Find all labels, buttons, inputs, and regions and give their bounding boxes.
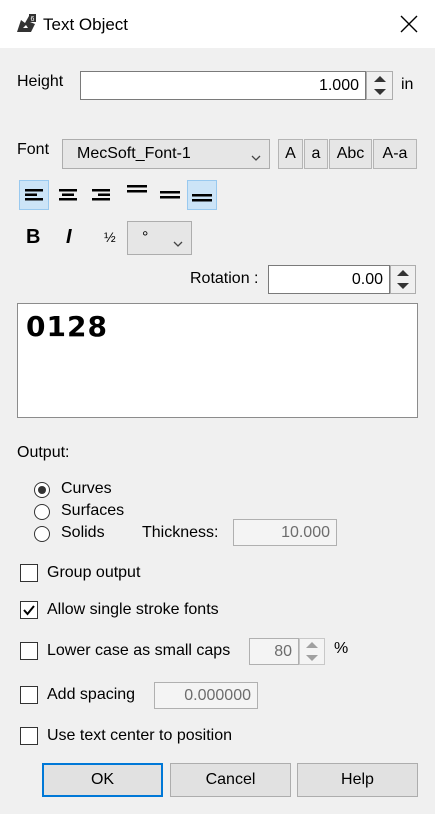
radio-curves-label: Curves <box>61 480 112 497</box>
single-stroke-checkbox[interactable] <box>20 601 38 619</box>
text-input-area[interactable]: 0128 <box>17 303 418 418</box>
ok-button[interactable]: OK <box>42 763 163 797</box>
group-output-label: Group output <box>47 564 141 581</box>
add-spacing-label: Add spacing <box>47 686 136 703</box>
thickness-value: 10.000 <box>281 523 330 541</box>
group-output-checkbox[interactable] <box>20 564 38 582</box>
svg-text:6: 6 <box>31 16 35 23</box>
spin-down-icon[interactable] <box>391 280 415 294</box>
case-lower-button[interactable]: a <box>304 139 328 169</box>
rotation-spinner[interactable] <box>390 265 416 294</box>
case-upper-button[interactable]: A <box>278 139 303 169</box>
rhino-app-icon: 6 <box>14 12 38 36</box>
chevron-down-icon <box>173 235 183 253</box>
font-label: Font <box>17 141 50 158</box>
spin-up-icon[interactable] <box>300 639 324 652</box>
fraction-button[interactable]: ½ <box>104 229 116 245</box>
align-right-icon[interactable] <box>86 180 116 210</box>
add-spacing-input[interactable]: 0.000000 <box>154 682 258 709</box>
valign-middle-icon[interactable] <box>155 180 185 210</box>
radio-surfaces[interactable] <box>34 504 50 520</box>
small-caps-value: 80 <box>274 642 292 660</box>
bold-button[interactable]: B <box>26 226 40 249</box>
height-label: Height <box>17 73 64 90</box>
text-center-label: Use text center to position <box>47 727 232 744</box>
rotation-input[interactable]: 0.00 <box>268 265 390 294</box>
rotation-value: 0.00 <box>351 270 383 288</box>
checkmark-icon <box>23 605 35 616</box>
symbol-dropdown[interactable]: ° <box>127 221 192 255</box>
align-center-icon[interactable] <box>53 180 83 210</box>
height-unit: in <box>401 76 414 93</box>
add-spacing-checkbox[interactable] <box>20 686 38 704</box>
text-center-checkbox[interactable] <box>20 727 38 745</box>
valign-bottom-icon[interactable] <box>187 180 217 210</box>
font-dropdown[interactable]: MecSoft_Font-1 <box>62 139 270 169</box>
small-caps-label: Lower case as small caps <box>47 642 231 659</box>
window-title: Text Object <box>43 15 129 34</box>
height-value: 1.000 <box>318 76 359 94</box>
cancel-button[interactable]: Cancel <box>170 763 291 797</box>
height-spinner[interactable] <box>366 71 393 100</box>
radio-surfaces-label: Surfaces <box>61 502 125 519</box>
thickness-input[interactable]: 10.000 <box>233 519 337 546</box>
symbol-selected: ° <box>142 229 149 246</box>
spin-down-icon[interactable] <box>300 652 324 665</box>
spin-down-icon[interactable] <box>367 86 392 100</box>
add-spacing-value: 0.000000 <box>184 686 251 704</box>
output-label: Output: <box>17 444 70 461</box>
case-title-button[interactable]: Abc <box>329 139 372 169</box>
help-button[interactable]: Help <box>297 763 418 797</box>
radio-curves[interactable] <box>34 482 50 498</box>
thickness-label: Thickness: <box>142 524 219 541</box>
radio-solids-label: Solids <box>61 524 105 541</box>
height-input[interactable]: 1.000 <box>80 71 366 100</box>
align-left-icon[interactable] <box>19 180 49 210</box>
small-caps-spinner[interactable] <box>299 638 325 665</box>
single-stroke-label: Allow single stroke fonts <box>47 601 219 618</box>
rotation-label: Rotation : <box>190 270 259 287</box>
spin-up-icon[interactable] <box>367 72 392 86</box>
close-icon[interactable] <box>398 13 420 35</box>
small-caps-unit: % <box>334 640 349 657</box>
radio-solids[interactable] <box>34 526 50 542</box>
spin-up-icon[interactable] <box>391 266 415 280</box>
case-toggle-button[interactable]: A-a <box>373 139 417 169</box>
text-preview: 0128 <box>26 310 108 343</box>
small-caps-input[interactable]: 80 <box>249 638 299 665</box>
small-caps-checkbox[interactable] <box>20 642 38 660</box>
valign-top-icon[interactable] <box>122 177 152 207</box>
italic-button[interactable]: I <box>66 226 72 249</box>
chevron-down-icon <box>251 149 261 167</box>
font-selected: MecSoft_Font-1 <box>77 145 191 162</box>
